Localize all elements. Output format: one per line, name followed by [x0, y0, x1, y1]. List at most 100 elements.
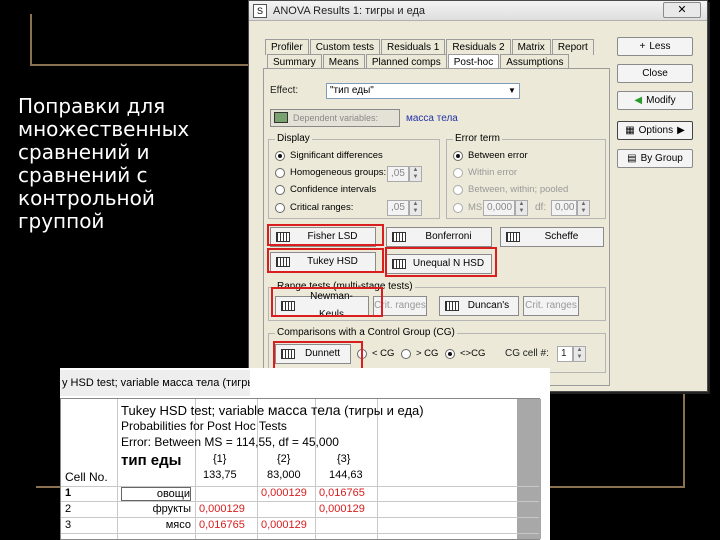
homogeneous-alpha-input[interactable]: ,05 ▲ ▼: [387, 166, 422, 182]
col-mean-2: 83,000: [267, 469, 301, 481]
button-label: Modify: [646, 95, 676, 106]
radio-dot: [401, 348, 411, 359]
radio-dot: [275, 167, 285, 178]
spin-arrows-icon[interactable]: ▲ ▼: [409, 200, 422, 216]
radio-dot: [453, 184, 463, 195]
tab-residuals-2[interactable]: Residuals 2: [446, 39, 511, 55]
tab-profiler[interactable]: Profiler: [265, 39, 309, 55]
critical-alpha-input[interactable]: ,05 ▲ ▼: [387, 200, 422, 216]
spin-value: 0,00: [555, 202, 575, 213]
error-term-title: Error term: [453, 133, 502, 144]
table-icon: [445, 301, 459, 311]
less-button[interactable]: + Less: [617, 37, 693, 56]
factor-header: тип еды: [121, 452, 182, 469]
decor-line-bottom-left: [36, 486, 60, 488]
spin-arrows-icon[interactable]: ▲ ▼: [515, 200, 528, 216]
crit-ranges-button-2[interactable]: Crit. ranges: [523, 296, 579, 316]
button-label: Scheffe: [544, 231, 579, 242]
effect-label: Effect:: [270, 85, 299, 96]
results-window: y HSD test; variable масса тела (тигры T…: [60, 368, 550, 540]
row-no: 3: [65, 519, 72, 531]
modify-button[interactable]: ◀ Modify: [617, 91, 693, 110]
radio-significant-differences[interactable]: Significant differences: [275, 150, 383, 161]
tab-report[interactable]: Report: [551, 39, 594, 55]
radio-dot: [453, 202, 463, 213]
ms-input[interactable]: 0,000 ▲ ▼: [483, 200, 528, 216]
radio-confidence-intervals[interactable]: Confidence intervals: [275, 184, 376, 195]
radio-not-equal-cg[interactable]: <>CG: [445, 348, 485, 359]
highlight-tukey-hsd: [267, 248, 384, 273]
radio-between-within-pooled[interactable]: Between, within; pooled: [453, 184, 568, 195]
radio-ms[interactable]: MS:: [453, 202, 485, 213]
dependent-variables-button[interactable]: Dependent variables:: [270, 109, 400, 127]
spin-arrows-icon[interactable]: ▲ ▼: [573, 346, 586, 362]
decor-line-right: [683, 392, 685, 488]
radio-critical-ranges[interactable]: Critical ranges:: [275, 202, 353, 213]
grid-gray-area: [517, 399, 541, 539]
row-value: 0,000129: [319, 503, 365, 515]
results-window-title: y HSD test; variable масса тела (тигры: [60, 370, 250, 396]
display-group: Display Significant differences Homogene…: [268, 133, 440, 219]
row-name: мясо: [165, 519, 191, 531]
button-label: Less: [649, 41, 671, 52]
tab-matrix[interactable]: Matrix: [511, 39, 551, 55]
button-label: Duncan's: [467, 300, 510, 311]
grid-line: [61, 517, 539, 518]
col-label-3: {3}: [337, 453, 351, 465]
radio-dot: [445, 348, 455, 359]
effect-value: "тип еды": [330, 85, 374, 96]
highlight-newman-keuls: [271, 287, 383, 317]
control-group-title: Comparisons with a Control Group (CG): [275, 327, 457, 338]
plus-icon: +: [639, 41, 646, 52]
close-window-button[interactable]: ✕: [663, 2, 701, 18]
row-no: 2: [65, 503, 72, 515]
radio-within-error[interactable]: Within error: [453, 167, 517, 178]
radio-homogeneous-groups[interactable]: Homogeneous groups:: [275, 167, 386, 178]
row-name[interactable]: овощи: [121, 487, 191, 501]
button-label: By Group: [640, 153, 683, 164]
button-label: Bonferroni: [425, 231, 472, 242]
close-button[interactable]: Close: [617, 64, 693, 83]
options-icon: ▦: [625, 125, 635, 136]
scheffe-button[interactable]: Scheffe: [500, 227, 604, 247]
decor-line-top: [30, 64, 248, 66]
radio-between-error[interactable]: Between error: [453, 150, 528, 161]
spin-arrows-icon[interactable]: ▲ ▼: [409, 166, 422, 182]
duncans-button[interactable]: Duncan's: [439, 296, 519, 316]
options-button[interactable]: ▦ Options ▶: [617, 121, 693, 140]
results-grid: Tukey HSD test; variable масса тела (тиг…: [60, 398, 541, 540]
radio-label: Critical ranges:: [290, 202, 354, 213]
by-group-button[interactable]: ▤ By Group: [617, 149, 693, 168]
col-label-2: {2}: [277, 453, 291, 465]
cg-cell-label: CG cell #:: [505, 348, 549, 359]
tabs-row-1: Profiler Custom tests Residuals 1 Residu…: [265, 39, 595, 55]
app-icon: S: [253, 3, 267, 18]
row-value: 0,000129: [261, 519, 307, 531]
radio-label: Between, within; pooled: [468, 184, 569, 195]
slide-caption: Поправки для множественных сравнений и с…: [18, 94, 190, 233]
spin-arrows-icon[interactable]: ▲ ▼: [577, 200, 590, 216]
bonferroni-button[interactable]: Bonferroni: [386, 227, 492, 247]
cg-cell-input[interactable]: 1 ▲ ▼: [557, 346, 586, 362]
effect-select[interactable]: "тип еды" ▼: [326, 83, 520, 99]
row-value: 0,000129: [199, 503, 245, 515]
header-prefix: Tukey HSD test; variable: [121, 403, 265, 418]
grid-line: [315, 399, 316, 539]
grid-line: [377, 399, 378, 539]
chevron-down-icon: ▼: [508, 86, 516, 95]
tab-residuals-1[interactable]: Residuals 1: [381, 39, 446, 55]
by-group-icon: ▤: [627, 153, 637, 164]
dependent-variables-label: Dependent variables:: [293, 113, 379, 123]
col-mean-3: 144,63: [329, 469, 363, 481]
radio-dot: [275, 184, 285, 195]
tab-custom-tests[interactable]: Custom tests: [309, 39, 381, 55]
radio-greater-cg[interactable]: > CG: [401, 348, 438, 359]
grid-line: [61, 501, 539, 502]
radio-label: Homogeneous groups:: [290, 167, 387, 178]
col-mean-1: 133,75: [203, 469, 237, 481]
radio-dot: [275, 202, 285, 213]
df-input[interactable]: 0,00 ▲ ▼: [551, 200, 590, 216]
row-value: 0,016765: [319, 487, 365, 499]
radio-label: Confidence intervals: [290, 184, 377, 195]
header-suffix: (тигры и еда): [344, 403, 424, 418]
